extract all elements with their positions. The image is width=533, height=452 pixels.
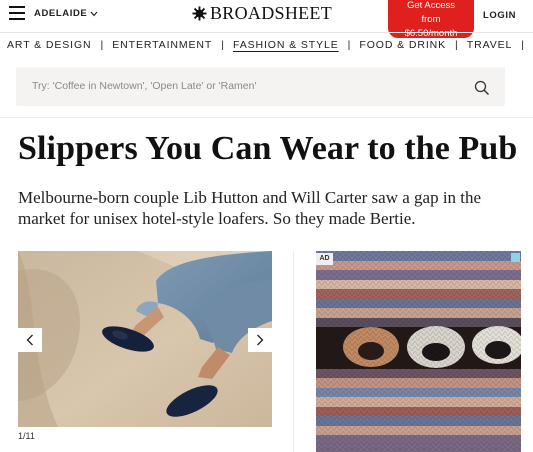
gallery-image[interactable] (18, 251, 272, 427)
menu-icon[interactable] (9, 6, 25, 20)
nav-separator: | (521, 38, 524, 51)
slippers-photo (18, 251, 272, 427)
gallery-next-button[interactable] (248, 328, 272, 352)
section-divider (0, 117, 533, 118)
advertisement[interactable] (316, 251, 521, 452)
nav-separator: | (221, 38, 224, 51)
city-selector[interactable]: ADELAIDE (34, 8, 98, 19)
logo-wordmark: BROADSHEET (210, 3, 333, 23)
search-icon[interactable] (474, 80, 490, 96)
nav-item-fashion-style[interactable]: FASHION & STYLE (233, 39, 339, 51)
column-divider (293, 251, 294, 452)
nav-separator: | (100, 38, 104, 51)
ad-image (316, 251, 521, 452)
ad-label: AD (316, 253, 333, 265)
search-placeholder: Try: 'Coffee in Newtown', 'Open Late' or… (32, 80, 257, 92)
top-bar: ADELAIDE BROADSHEET Get Access from $6.5… (0, 0, 533, 39)
search-input[interactable]: Try: 'Coffee in Newtown', 'Open Late' or… (16, 67, 505, 106)
login-link[interactable]: LOGIN (483, 10, 516, 21)
cta-line-2: from (421, 14, 441, 25)
nav-separator: | (347, 38, 351, 51)
logo-mark-icon (192, 6, 207, 21)
nav-item-travel[interactable]: TRAVEL (467, 39, 512, 51)
gallery-prev-button[interactable] (18, 328, 42, 352)
article-title: Slippers You Can Wear to the Pub (18, 130, 518, 167)
nav-item-entertainment[interactable]: ENTERTAINMENT (112, 39, 212, 51)
gallery-counter: 1/11 (18, 431, 35, 441)
nav-item-art-design[interactable]: ART & DESIGN (7, 39, 92, 51)
city-label: ADELAIDE (34, 8, 88, 19)
cta-line-1: Get Access (406, 0, 456, 11)
nav-separator: | (455, 38, 458, 51)
nav-item-food-drink[interactable]: FOOD & DRINK (359, 39, 446, 51)
chevron-down-icon (90, 11, 98, 16)
ad-choices-icon[interactable] (511, 253, 520, 262)
article-standfirst: Melbourne-born couple Lib Hutton and Wil… (18, 188, 482, 228)
chevron-right-icon (257, 334, 264, 346)
site-logo[interactable]: BROADSHEET (192, 3, 332, 24)
category-nav: ART & DESIGN | ENTERTAINMENT | FASHION &… (0, 32, 533, 56)
chevron-left-icon (26, 334, 33, 346)
